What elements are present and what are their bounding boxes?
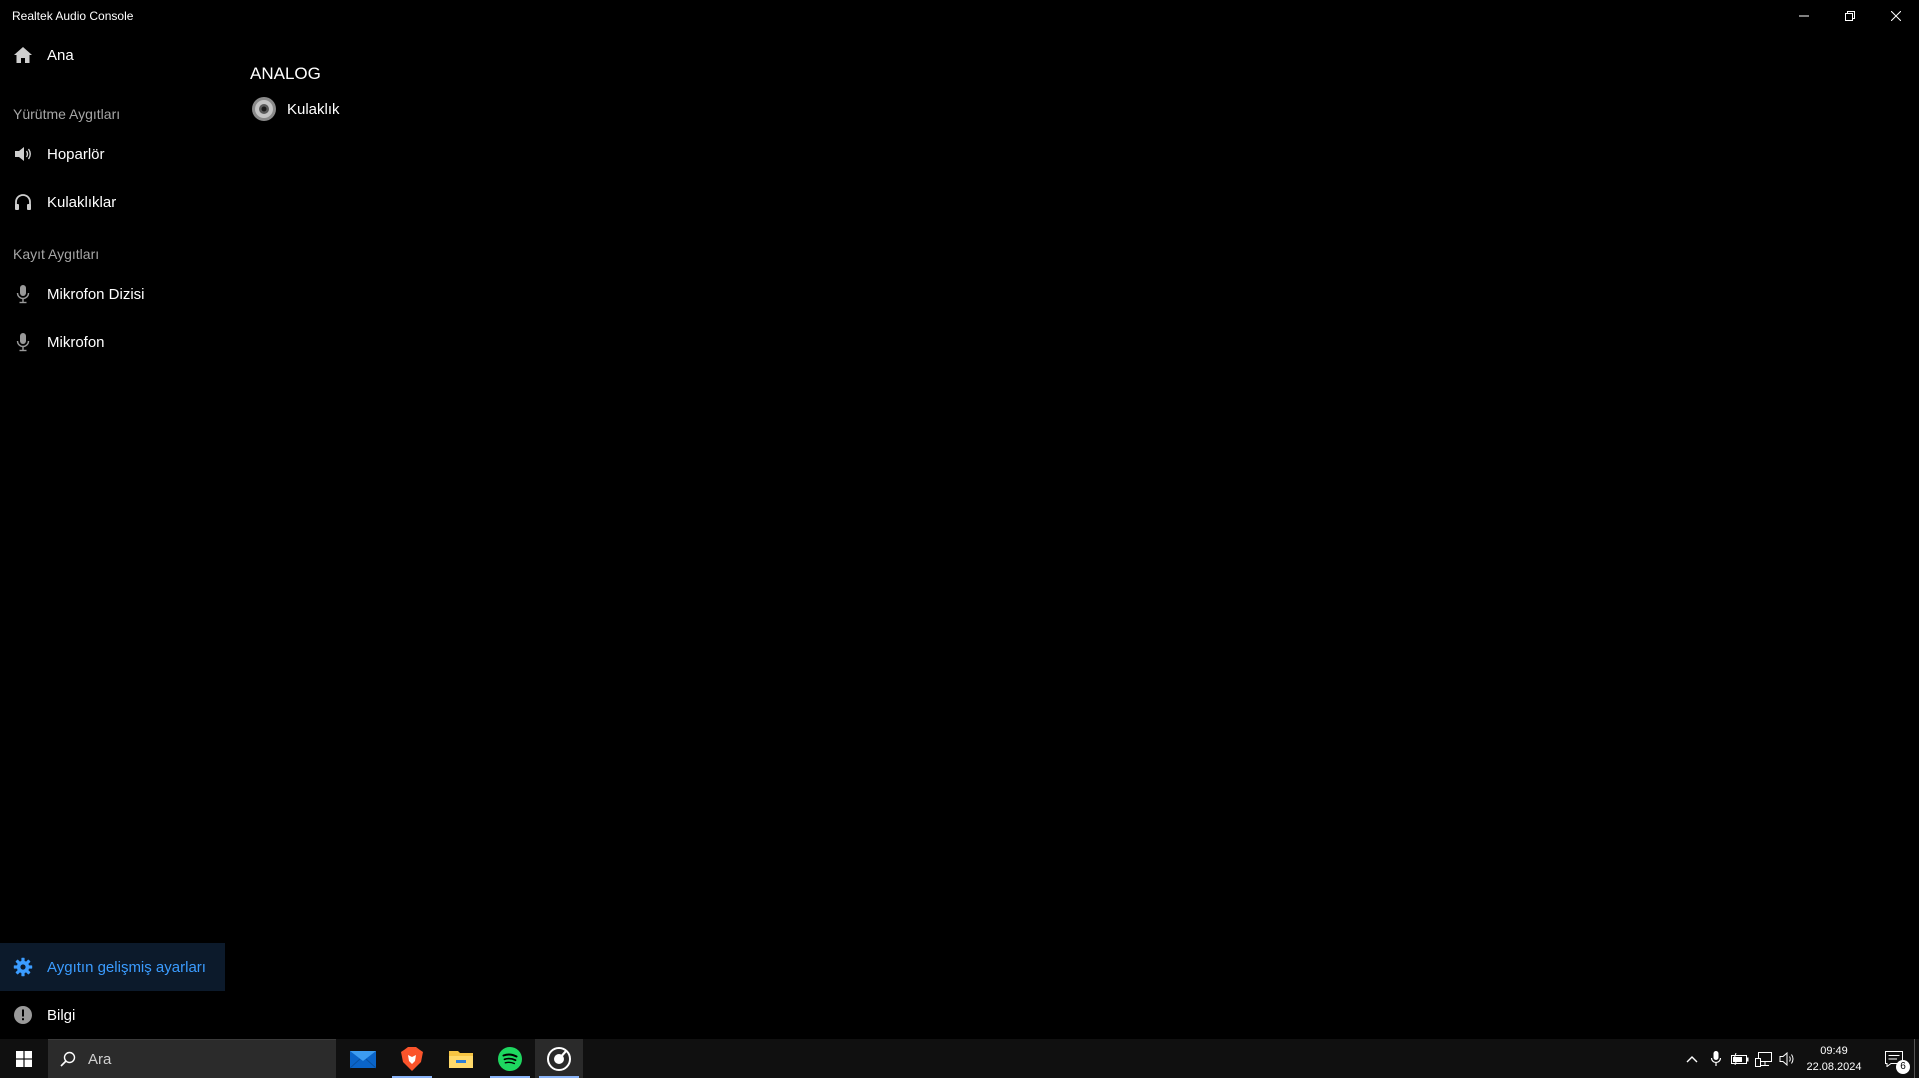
sidebar-item-label: Ana: [47, 46, 74, 64]
close-icon: [1891, 10, 1901, 21]
taskbar-app-spotify[interactable]: [486, 1039, 534, 1078]
sidebar-item-speaker[interactable]: Hoparlör: [0, 132, 225, 176]
recording-section-header: Kayıt Aygıtları: [13, 246, 100, 262]
taskbar: Ara 09:49 22.08.2024 6: [0, 1039, 1919, 1078]
battery-icon: [1731, 1052, 1749, 1065]
title-bar: Realtek Audio Console: [0, 0, 1919, 31]
mail-icon: [350, 1050, 376, 1068]
taskbar-app-brave[interactable]: [388, 1039, 436, 1078]
sidebar-item-headphones[interactable]: Kulaklıklar: [0, 180, 225, 224]
chevron-up-icon: [1686, 1055, 1698, 1062]
search-icon: [60, 1051, 76, 1067]
search-placeholder: Ara: [88, 1050, 112, 1068]
spotify-icon: [498, 1046, 522, 1071]
file-explorer-icon: [449, 1050, 473, 1068]
clock-time: 09:49: [1820, 1045, 1848, 1057]
sidebar-item-label: Mikrofon Dizisi: [47, 285, 145, 303]
tray-battery-button[interactable]: [1728, 1039, 1752, 1078]
sidebar-item-label: Hoparlör: [47, 145, 105, 163]
sidebar-item-home[interactable]: Ana: [0, 33, 225, 77]
taskbar-app-realtek[interactable]: [535, 1039, 583, 1078]
audio-jack-icon: [251, 96, 277, 122]
realtek-icon: [547, 1046, 571, 1071]
app-window: Realtek Audio Console Ana Yürütme Aygıtl…: [0, 0, 1919, 1039]
minimize-button[interactable]: [1781, 0, 1827, 31]
brave-icon: [401, 1046, 423, 1071]
app-title: Realtek Audio Console: [12, 9, 134, 23]
sidebar-item-advanced-settings[interactable]: Aygıtın gelişmiş ayarları: [0, 943, 225, 991]
tray-microphone-button[interactable]: [1704, 1039, 1728, 1078]
restore-button[interactable]: [1827, 0, 1873, 31]
restore-icon: [1845, 10, 1855, 21]
sidebar-item-info[interactable]: Bilgi: [0, 993, 225, 1037]
microphone-icon: [1710, 1050, 1722, 1066]
network-icon: [1755, 1051, 1772, 1067]
taskbar-app-mail[interactable]: [339, 1039, 387, 1078]
show-desktop-button[interactable]: [1914, 1039, 1919, 1078]
microphone-icon: [13, 332, 33, 352]
taskbar-clock[interactable]: 09:49 22.08.2024: [1800, 1043, 1868, 1075]
sidebar-item-label: Aygıtın gelişmiş ayarları: [47, 958, 206, 976]
sidebar-item-label: Mikrofon: [47, 333, 105, 351]
headphones-icon: [13, 192, 33, 212]
section-title: ANALOG: [250, 64, 321, 83]
action-center-button[interactable]: 6: [1874, 1039, 1914, 1078]
device-label: Kulaklık: [287, 100, 340, 118]
tray-network-button[interactable]: [1752, 1039, 1776, 1078]
home-icon: [13, 45, 33, 65]
tray-volume-button[interactable]: [1776, 1039, 1800, 1078]
microphone-icon: [13, 284, 33, 304]
playback-section-header: Yürütme Aygıtları: [13, 106, 121, 122]
sidebar-item-microphone[interactable]: Mikrofon: [0, 320, 225, 364]
sidebar-item-label: Bilgi: [47, 1006, 76, 1024]
minimize-icon: [1799, 15, 1809, 16]
close-button[interactable]: [1873, 0, 1919, 31]
sidebar-item-microphone-array[interactable]: Mikrofon Dizisi: [0, 272, 225, 316]
start-button[interactable]: [0, 1039, 48, 1078]
volume-icon: [1779, 1051, 1794, 1066]
clock-date: 22.08.2024: [1806, 1061, 1862, 1073]
tray-overflow-button[interactable]: [1680, 1039, 1704, 1078]
taskbar-app-file-explorer[interactable]: [437, 1039, 485, 1078]
windows-icon: [16, 1050, 32, 1067]
gear-icon: [13, 957, 33, 977]
device-item-headphone[interactable]: Kulaklık: [251, 96, 340, 122]
sidebar-item-label: Kulaklıklar: [47, 193, 117, 211]
sidebar: Ana Yürütme Aygıtları Hoparlör Kulaklıkl…: [0, 31, 225, 1039]
speaker-icon: [13, 144, 33, 164]
taskbar-search-input[interactable]: Ara: [48, 1039, 336, 1078]
notification-count-badge: 6: [1896, 1060, 1910, 1074]
info-icon: [13, 1005, 33, 1025]
